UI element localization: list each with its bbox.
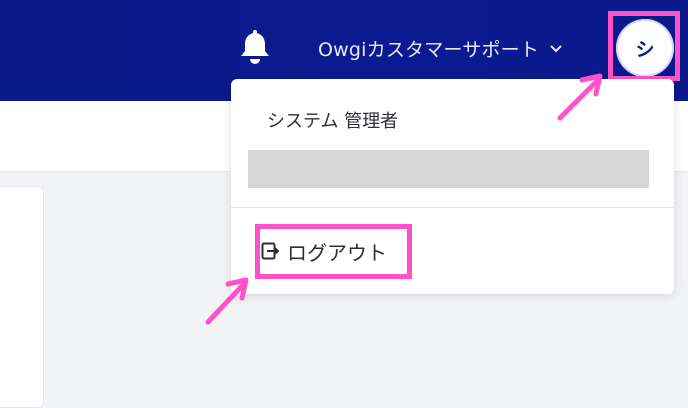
- content-card: [0, 186, 44, 408]
- logout-highlight-box: [255, 224, 412, 279]
- user-name: システム 管理者: [267, 111, 399, 132]
- pointer-arrow-to-logout: [205, 277, 249, 325]
- chevron-down-icon: [550, 45, 562, 53]
- pointer-arrow-to-avatar: [557, 73, 603, 121]
- bell-icon[interactable]: [238, 30, 272, 66]
- menu-divider: [231, 207, 674, 208]
- avatar-highlight-box: [608, 11, 680, 81]
- account-menu-toggle[interactable]: Owgiカスタマーサポート: [318, 34, 563, 62]
- redacted-field: [248, 150, 649, 188]
- account-name: Owgiカスタマーサポート: [318, 38, 540, 61]
